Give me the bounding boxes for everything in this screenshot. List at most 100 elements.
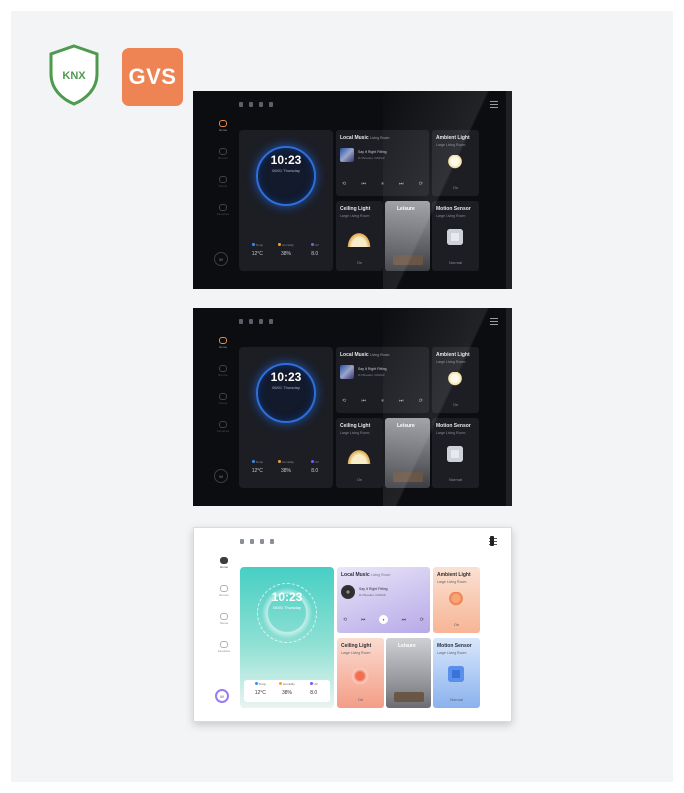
motion-sensor-card[interactable]: Motion Sensor Large Living Room Normal <box>433 638 480 708</box>
microphone-icon <box>260 539 264 544</box>
sofa-image <box>393 255 423 265</box>
sidebar-item-scene[interactable]: Scene <box>215 613 233 625</box>
card-title: Ambient Light <box>436 135 470 141</box>
song-title: Say It Right Fitting <box>358 150 387 154</box>
pause-icon[interactable]: ⏸ <box>381 398 384 404</box>
ambient-light-card[interactable]: Ambient Light Large Living Room On <box>432 130 479 196</box>
panel-edge <box>506 308 512 506</box>
shuffle-icon[interactable]: ⟳ <box>420 617 424 623</box>
ambient-light-card[interactable]: Ambient Light Large Living Room On <box>432 347 479 413</box>
card-title: Ceiling Light <box>341 643 372 649</box>
music-card[interactable]: Local Music Living Room Say It Right Fit… <box>336 130 429 196</box>
sidebar: Home Rooms Scene Favorites W <box>207 333 237 493</box>
card-title: Ambient Light <box>436 352 470 358</box>
sidebar-item-favorites[interactable]: Favorites <box>214 204 232 216</box>
sidebar-item-home[interactable]: Home <box>214 120 232 132</box>
ceiling-lamp-icon <box>347 668 373 684</box>
temp-icon <box>254 682 258 685</box>
previous-icon[interactable]: ⏮ <box>361 617 366 623</box>
clock-weather-card[interactable]: 10:23 06/01 Thursday Temp 12°C Humidity … <box>239 347 333 488</box>
sidebar-item-scene[interactable]: Scene <box>214 176 232 188</box>
bulb-icon <box>448 155 462 171</box>
menu-icon[interactable] <box>490 101 498 108</box>
scene-icon <box>219 176 227 183</box>
sidebar-item-label: Favorites <box>216 212 230 216</box>
card-title: Motion Sensor <box>436 206 471 212</box>
ambient-light-card[interactable]: Ambient Light Large Living Room On <box>433 567 480 633</box>
media-controls: ⟲ ⏮ ⏸ ⏭ ⟳ <box>342 181 423 187</box>
pause-icon[interactable]: ⏸ <box>381 181 384 187</box>
music-card[interactable]: Local Music Living Room Say It Right Fit… <box>336 347 429 413</box>
microphone-icon <box>259 102 263 107</box>
ceiling-light-card[interactable]: Ceiling Light Large Living Room On <box>336 201 383 271</box>
sidebar-item-scene[interactable]: Scene <box>214 393 232 405</box>
repeat-icon[interactable]: ⟲ <box>343 617 347 623</box>
clock-date: 06/01 Thursday <box>273 605 301 610</box>
sidebar: Home Rooms Scene Favorites W <box>207 116 237 276</box>
next-icon[interactable]: ⏭ <box>399 398 404 404</box>
microphone-icon <box>259 319 263 324</box>
shuffle-icon[interactable]: ⟳ <box>419 181 423 187</box>
sidebar-item-favorites[interactable]: Favorites <box>214 421 232 433</box>
avatar[interactable]: W <box>214 252 228 266</box>
previous-icon[interactable]: ⏮ <box>361 398 366 404</box>
sidebar-item-label: Home <box>218 128 227 132</box>
humidity-icon <box>279 682 283 685</box>
timer-icon <box>270 539 274 544</box>
card-title: Leisure <box>398 643 416 649</box>
favorites-icon <box>220 641 228 648</box>
home-icon <box>219 120 227 127</box>
clock-weather-card[interactable]: 10:23 06/01 Thursday Temp 12°C Humidity … <box>239 130 333 271</box>
next-icon[interactable]: ⏭ <box>399 181 404 187</box>
sidebar-item-rooms[interactable]: Rooms <box>214 148 232 160</box>
music-card[interactable]: Local Music Living Room Say It Right Fit… <box>337 567 430 633</box>
panel-side-button[interactable] <box>490 536 494 546</box>
favorites-icon <box>219 421 227 428</box>
status-bar <box>240 539 274 544</box>
card-state: On <box>453 622 460 627</box>
menu-icon[interactable] <box>490 318 498 325</box>
clock-time: 10:23 <box>270 370 302 384</box>
uv-icon <box>309 682 313 685</box>
sidebar-item-rooms[interactable]: Rooms <box>215 585 233 597</box>
bulb-icon <box>448 372 462 388</box>
avatar[interactable]: W <box>214 469 228 483</box>
repeat-icon[interactable]: ⟲ <box>342 398 346 404</box>
wifi-icon <box>239 102 243 107</box>
ceiling-light-card[interactable]: Ceiling Light Large Living Room On <box>336 418 383 488</box>
leisure-scene-card[interactable]: Leisure <box>385 201 430 271</box>
card-title: Ceiling Light <box>340 206 371 212</box>
sidebar-item-favorites[interactable]: Favorites <box>215 641 233 653</box>
avatar[interactable]: W <box>215 689 229 703</box>
leisure-scene-card[interactable]: Leisure <box>385 418 430 488</box>
ceiling-light-card[interactable]: Ceiling Light Large Living Room On <box>337 638 384 708</box>
album-art <box>340 365 354 379</box>
clock-weather-card[interactable]: 10:23 06/01 Thursday Temp 12°C Humidity … <box>240 567 334 708</box>
song-artist: DJ Breaker, DARAZ <box>359 593 386 597</box>
sidebar-item-rooms[interactable]: Rooms <box>214 365 232 377</box>
clock-date: 06/01 Thursday <box>272 168 300 173</box>
sidebar-item-home[interactable]: Home <box>214 337 232 349</box>
rooms-icon <box>220 585 228 592</box>
gvs-logo: GVS <box>122 48 183 106</box>
motion-sensor-card[interactable]: Motion Sensor Large Living Room Normal <box>432 201 479 271</box>
rooms-icon <box>219 148 227 155</box>
next-icon[interactable]: ⏭ <box>402 617 407 623</box>
repeat-icon[interactable]: ⟲ <box>342 181 346 187</box>
uv-icon <box>310 460 314 463</box>
humidity-icon <box>278 460 282 463</box>
ceiling-lamp-icon <box>346 448 372 464</box>
pause-icon[interactable]: ⏸ <box>379 615 388 624</box>
sidebar-item-home[interactable]: Home <box>215 557 233 569</box>
stat-uv: UV 8.0 <box>310 243 319 257</box>
shuffle-icon[interactable]: ⟳ <box>419 398 423 404</box>
status-bar <box>239 319 273 324</box>
motion-sensor-card[interactable]: Motion Sensor Large Living Room Normal <box>432 418 479 488</box>
weather-stats: Temp 12°C Humidity 38% UV 8.0 <box>244 680 330 702</box>
sidebar-item-label: Scene <box>218 184 228 188</box>
card-state: On <box>356 477 363 482</box>
knx-shield-logo: KNX <box>49 44 99 106</box>
sidebar-item-label: Favorites <box>217 649 231 653</box>
leisure-scene-card[interactable]: Leisure <box>386 638 431 708</box>
previous-icon[interactable]: ⏮ <box>361 181 366 187</box>
